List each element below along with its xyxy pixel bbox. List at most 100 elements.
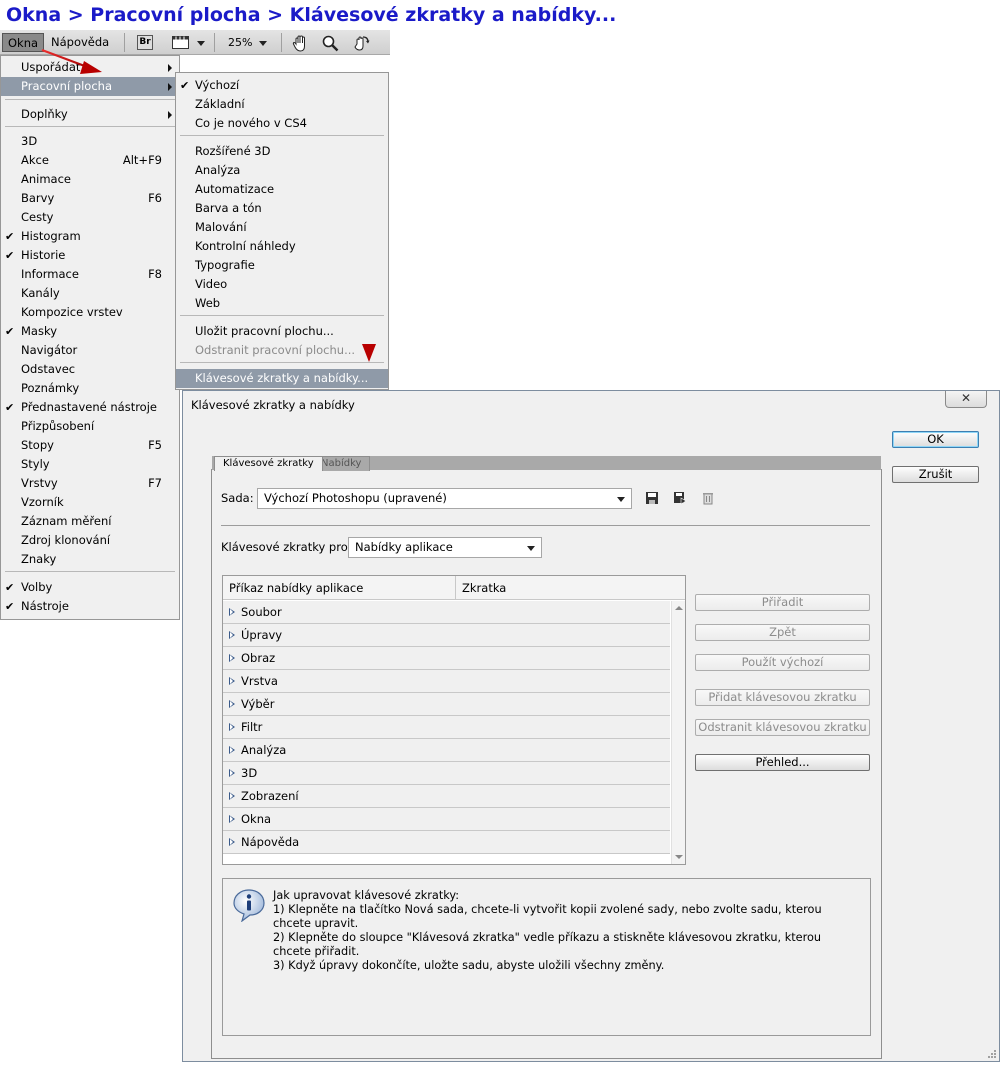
expand-triangle-icon[interactable] [229,700,235,708]
menu-item-shortcut: F7 [148,476,162,490]
menu-item-informace[interactable]: Informace F8 [1,265,179,284]
menu-item-odstavec[interactable]: Odstavec [1,360,179,379]
menu-item-usporadat[interactable]: Uspořádat [1,58,179,77]
submenu-item-web[interactable]: Web [176,294,388,313]
expand-triangle-icon[interactable] [229,654,235,662]
resize-grip-icon[interactable] [985,1047,997,1059]
menu-item-zdroj-klonovani[interactable]: Zdroj klonování [1,531,179,550]
menu-item-pracovni-plocha[interactable]: Pracovní plocha [1,77,179,96]
trash-icon[interactable] [701,491,715,505]
chevron-down-icon[interactable] [259,41,267,46]
menu-item-vrstvy[interactable]: Vrstvy F7 [1,474,179,493]
tree-row-obraz[interactable]: Obraz [223,647,670,670]
menu-item-akce[interactable]: Akce Alt+F9 [1,151,179,170]
save-set-as-icon[interactable] [673,491,687,505]
tree-row-okna[interactable]: Okna [223,808,670,831]
tree-row-vrstva[interactable]: Vrstva [223,670,670,693]
summary-button[interactable]: Přehled... [695,754,870,771]
tree-row-upravy[interactable]: Úpravy [223,624,670,647]
column-header-shortcut[interactable]: Zkratka [455,576,685,600]
menu-item-navigator[interactable]: Navigátor [1,341,179,360]
expand-triangle-icon[interactable] [229,608,235,616]
scroll-down-icon[interactable] [675,855,683,859]
menu-item-styly[interactable]: Styly [1,455,179,474]
zoom-tool-icon[interactable] [322,35,339,52]
tree-row-filtr[interactable]: Filtr [223,716,670,739]
expand-triangle-icon[interactable] [229,677,235,685]
submenu-item-analyza[interactable]: Analýza [176,161,388,180]
menu-item-cesty[interactable]: Cesty [1,208,179,227]
assign-button[interactable]: Přiřadit [695,594,870,611]
zoom-level[interactable]: 25% [223,33,257,52]
tree-row-vyber[interactable]: Výběr [223,693,670,716]
menu-item-znaky[interactable]: Znaky [1,550,179,569]
submenu-item-typografie[interactable]: Typografie [176,256,388,275]
tab-shortcuts[interactable]: Klávesové zkratky [214,456,323,471]
menu-item-kanaly[interactable]: Kanály [1,284,179,303]
submenu-item-rozsirene-3d[interactable]: Rozšířené 3D [176,142,388,161]
shortcuts-for-select[interactable]: Nabídky aplikace [348,537,542,558]
scroll-up-icon[interactable] [675,606,683,610]
submenu-item-label: Automatizace [195,182,275,196]
menu-item-volby[interactable]: ✔ Volby [1,578,179,597]
expand-triangle-icon[interactable] [229,792,235,800]
expand-triangle-icon[interactable] [229,723,235,731]
menu-item-poznamky[interactable]: Poznámky [1,379,179,398]
undo-button[interactable]: Zpět [695,624,870,641]
menu-item-label: Kompozice vrstev [21,305,123,319]
chevron-down-icon[interactable] [197,41,205,46]
view-extras-icon[interactable] [172,35,189,50]
menu-okna[interactable]: Okna [2,33,45,52]
expand-triangle-icon[interactable] [229,631,235,639]
menu-item-barvy[interactable]: Barvy F6 [1,189,179,208]
add-shortcut-button[interactable]: Přidat klávesovou zkratku [695,689,870,706]
use-default-button[interactable]: Použít výchozí [695,654,870,671]
tree-row-zobrazeni[interactable]: Zobrazení [223,785,670,808]
submenu-item-malovani[interactable]: Malování [176,218,388,237]
menu-item-vzornik[interactable]: Vzorník [1,493,179,512]
column-header-command[interactable]: Příkaz nabídky aplikace [223,576,455,600]
expand-triangle-icon[interactable] [229,838,235,846]
submenu-item-automatizace[interactable]: Automatizace [176,180,388,199]
expand-triangle-icon[interactable] [229,746,235,754]
expand-triangle-icon[interactable] [229,815,235,823]
submenu-item-odstranit-pracovni-plochu[interactable]: Odstranit pracovní plochu... [176,341,388,360]
bridge-icon[interactable]: Br [137,35,153,50]
tree-row-napoveda[interactable]: Nápověda [223,831,670,854]
menu-item-historie[interactable]: ✔ Historie [1,246,179,265]
save-set-icon[interactable] [645,491,659,505]
menu-item-zaznam-mereni[interactable]: Záznam měření [1,512,179,531]
tree-scrollbar[interactable] [671,601,685,864]
menu-item-stopy[interactable]: Stopy F5 [1,436,179,455]
tree-row-soubor[interactable]: Soubor [223,601,670,624]
cancel-button[interactable]: Zrušit [892,466,979,483]
hand-tool-icon[interactable] [292,35,308,52]
submenu-item-zakladni[interactable]: Základní [176,95,388,114]
submenu-item-video[interactable]: Video [176,275,388,294]
remove-shortcut-button[interactable]: Odstranit klávesovou zkratku [695,719,870,736]
submenu-item-klavesove-zkratky-a-nabidky[interactable]: Klávesové zkratky a nabídky... [176,369,388,388]
menu-napoveda[interactable]: Nápověda [46,33,114,52]
menu-item-3d[interactable]: 3D [1,132,179,151]
submenu-item-barva-a-ton[interactable]: Barva a tón [176,199,388,218]
rotate-view-icon[interactable] [352,35,370,51]
menu-item-animace[interactable]: Animace [1,170,179,189]
menu-item-prizpusobeni[interactable]: Přizpůsobení [1,417,179,436]
set-select[interactable]: Výchozí Photoshopu (upravené) [257,488,632,509]
submenu-item-kontrolni-nahledy[interactable]: Kontrolní náhledy [176,237,388,256]
expand-triangle-icon[interactable] [229,769,235,777]
tree-row-3d[interactable]: 3D [223,762,670,785]
submenu-item-co-je-noveho-v-cs4[interactable]: Co je nového v CS4 [176,114,388,133]
set-label: Sada: [221,491,254,505]
ok-button[interactable]: OK [892,431,979,448]
submenu-item-ulozit-pracovni-plochu[interactable]: Uložit pracovní plochu... [176,322,388,341]
menu-item-nastroje[interactable]: ✔ Nástroje [1,597,179,616]
submenu-item-vychozi[interactable]: ✔ Výchozí [176,76,388,95]
tree-row-analyza[interactable]: Analýza [223,739,670,762]
menu-item-kompozice-vrstev[interactable]: Kompozice vrstev [1,303,179,322]
menu-item-doplnky[interactable]: Doplňky [1,105,179,124]
menu-item-histogram[interactable]: ✔ Histogram [1,227,179,246]
menu-item-prednastavene-nastroje[interactable]: ✔ Přednastavené nástroje [1,398,179,417]
close-button[interactable]: ✕ [945,391,987,408]
menu-item-masky[interactable]: ✔ Masky [1,322,179,341]
